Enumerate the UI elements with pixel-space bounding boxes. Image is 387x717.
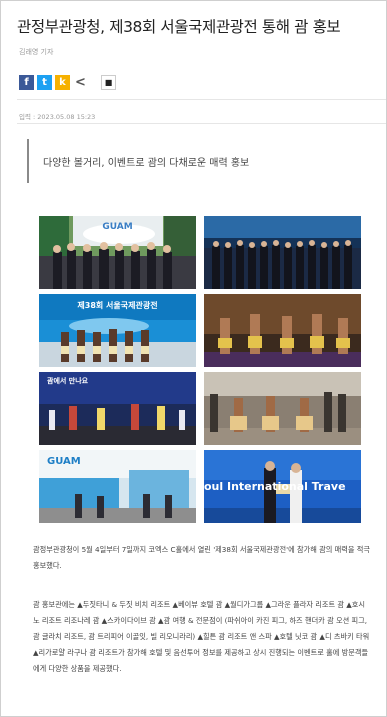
article-byline: 김래영 기자 xyxy=(19,48,54,56)
booth-exterior-photo: GUAM xyxy=(39,450,196,523)
divider xyxy=(17,99,386,100)
share-button[interactable]: < xyxy=(73,75,88,90)
stage-group-photo xyxy=(204,216,361,289)
booth-banner-photo: 제38회 서울국제관광전 xyxy=(39,294,196,367)
dancers-crowd-photo xyxy=(204,372,361,445)
kakaostory-share-button[interactable]: k xyxy=(55,75,70,90)
article-page: 관정부관광청, 제38회 서울국제관광전 통해 괌 홍보 김래영 기자 f t … xyxy=(0,0,387,717)
dance-performance-photo xyxy=(204,294,361,367)
article-title: 관정부관광청, 제38회 서울국제관광전 통해 괌 홍보 xyxy=(17,18,341,36)
bookmark-button[interactable]: ■ xyxy=(101,75,116,90)
article-body-paragraph: 괌 홍보관에는 ▲두짓타니 & 두짓 비치 리조트 ▲베이뷰 호텔 괌 ▲월디가… xyxy=(33,597,371,677)
facebook-share-button[interactable]: f xyxy=(19,75,34,90)
photo-caption: oul International Trave xyxy=(204,480,346,493)
divider xyxy=(17,123,386,124)
share-bar: f t k < ■ xyxy=(19,75,116,90)
paragraph-text: 괌 홍보관에는 ▲두짓타니 & 두짓 비치 리조트 ▲베이뷰 호텔 괌 ▲월디가… xyxy=(33,600,370,673)
article-subtitle: 다양한 볼거리, 이벤트로 괌의 다채로운 매력 홍보 xyxy=(27,139,365,183)
twitter-share-button[interactable]: t xyxy=(37,75,52,90)
photo-caption: GUAM xyxy=(47,456,81,467)
article-date: 입력 : 2023.05.08 15:23 xyxy=(19,113,96,121)
photo-caption: GUAM xyxy=(102,222,133,232)
share-icon: < xyxy=(75,75,86,90)
photo-collage: GUAM 제38회 서울국제관광전 괌에서 만나요 GUAM oul Inter… xyxy=(39,216,361,528)
facebook-icon: f xyxy=(24,77,29,88)
award-photo: oul International Trave xyxy=(204,450,361,523)
bookmark-icon: ■ xyxy=(104,78,113,87)
photo-caption: 괌에서 만나요 xyxy=(47,377,89,385)
kakaostory-icon: k xyxy=(59,77,66,88)
photo-caption: 제38회 서울국제관광전 xyxy=(77,301,158,310)
paragraph-text: 괌정부관광청이 5월 4일부터 7일까지 코엑스 C홀에서 열린 '제38회 서… xyxy=(33,545,370,570)
article-body-paragraph: 괌정부관광청이 5월 4일부터 7일까지 코엑스 C홀에서 열린 '제38회 서… xyxy=(33,542,371,574)
twitter-icon: t xyxy=(42,77,47,88)
booth-group-photo: GUAM xyxy=(39,216,196,289)
stage-event-photo: 괌에서 만나요 xyxy=(39,372,196,445)
